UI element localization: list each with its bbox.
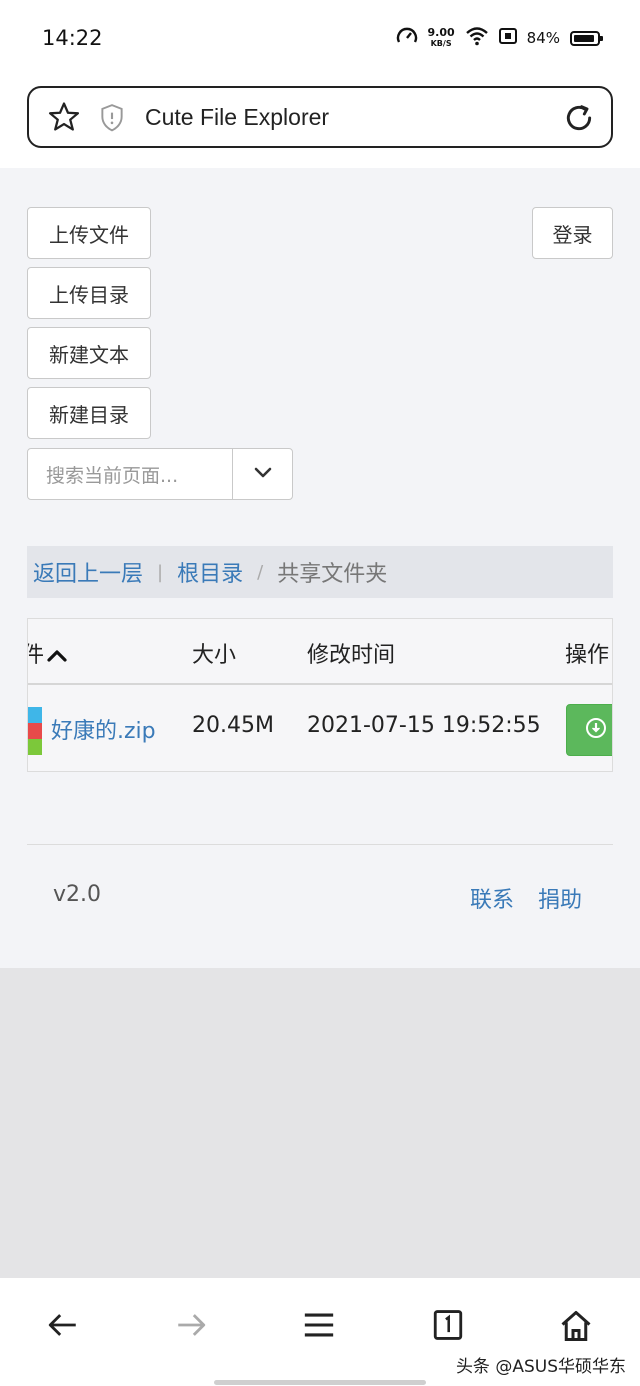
back-arrow-icon[interactable]: [46, 1308, 80, 1346]
contact-link[interactable]: 联系: [470, 882, 514, 914]
watermark: 头条 @ASUS华硕华东: [455, 1357, 626, 1377]
header-name-label: 件: [28, 643, 44, 668]
status-bar: 14:22 9.00 KB/S 84%: [0, 0, 640, 78]
battery-percent: 84%: [526, 29, 560, 47]
file-table: 件 大小 修改时间 操作 好康的.zip 20.45M 2021-07-15 1…: [27, 618, 613, 772]
breadcrumb-current: 共享文件夹: [277, 562, 388, 587]
donate-link[interactable]: 捐助: [538, 882, 582, 914]
address-bar[interactable]: Cute File Explorer: [27, 86, 613, 148]
search-input[interactable]: 搜索当前页面...: [28, 449, 233, 499]
status-indicators: 9.00 KB/S 84%: [396, 26, 603, 50]
chevron-down-icon: [253, 465, 273, 484]
tabs-icon[interactable]: [431, 1308, 465, 1346]
version-label: v2.0: [53, 882, 102, 907]
upload-dir-button[interactable]: 上传目录: [27, 267, 151, 319]
net-speed: 9.00 KB/S: [428, 27, 455, 49]
file-name-link[interactable]: 好康的.zip: [51, 713, 156, 745]
zip-file-icon: [28, 707, 42, 755]
status-time: 14:22: [42, 26, 103, 50]
breadcrumb-root-link[interactable]: 根目录: [177, 556, 243, 588]
new-dir-button[interactable]: 新建目录: [27, 387, 151, 439]
sim-icon: [498, 28, 517, 48]
download-icon: [585, 717, 607, 743]
file-size: 20.45M: [192, 713, 274, 738]
reload-icon[interactable]: [563, 102, 595, 138]
file-modified: 2021-07-15 19:52:55: [307, 713, 541, 738]
home-indicator: [214, 1380, 426, 1385]
net-speed-value: 9.00: [427, 26, 455, 39]
search-dropdown-button[interactable]: [233, 449, 292, 499]
breadcrumb: 返回上一层 | 根目录 / 共享文件夹: [27, 546, 613, 598]
table-header: 件 大小 修改时间 操作: [28, 619, 612, 685]
upload-file-button[interactable]: 上传文件: [27, 207, 151, 259]
home-icon[interactable]: [558, 1308, 594, 1348]
login-button[interactable]: 登录: [532, 207, 613, 259]
footer-divider: [27, 844, 613, 845]
page-title[interactable]: Cute File Explorer: [145, 104, 329, 131]
header-size[interactable]: 大小: [192, 637, 236, 669]
download-button[interactable]: [566, 704, 612, 756]
header-actions: 操作: [565, 643, 610, 668]
header-modified[interactable]: 修改时间: [307, 637, 395, 669]
shield-icon[interactable]: [99, 103, 125, 137]
browser-header: Cute File Explorer: [0, 78, 640, 168]
new-text-button[interactable]: 新建文本: [27, 327, 151, 379]
page-content: 上传文件 上传目录 新建文本 新建目录 登录 搜索当前页面... 返回上一层 |…: [0, 168, 640, 968]
battery-icon: [570, 30, 603, 46]
net-speed-unit: KB/S: [430, 39, 452, 48]
table-row: 好康的.zip 20.45M 2021-07-15 19:52:55: [28, 687, 612, 771]
breadcrumb-back-link[interactable]: 返回上一层: [33, 556, 143, 588]
search-group: 搜索当前页面...: [27, 448, 293, 500]
menu-icon[interactable]: [302, 1308, 336, 1346]
sort-up-icon: [46, 644, 68, 669]
header-name[interactable]: 件: [28, 637, 68, 669]
empty-area: [0, 968, 640, 1278]
speedometer-icon: [396, 26, 418, 50]
wifi-icon: [465, 26, 489, 50]
breadcrumb-separator: /: [257, 561, 264, 583]
breadcrumb-separator: |: [157, 561, 164, 583]
bookmark-star-icon[interactable]: [47, 100, 81, 138]
forward-arrow-icon[interactable]: [174, 1308, 208, 1346]
